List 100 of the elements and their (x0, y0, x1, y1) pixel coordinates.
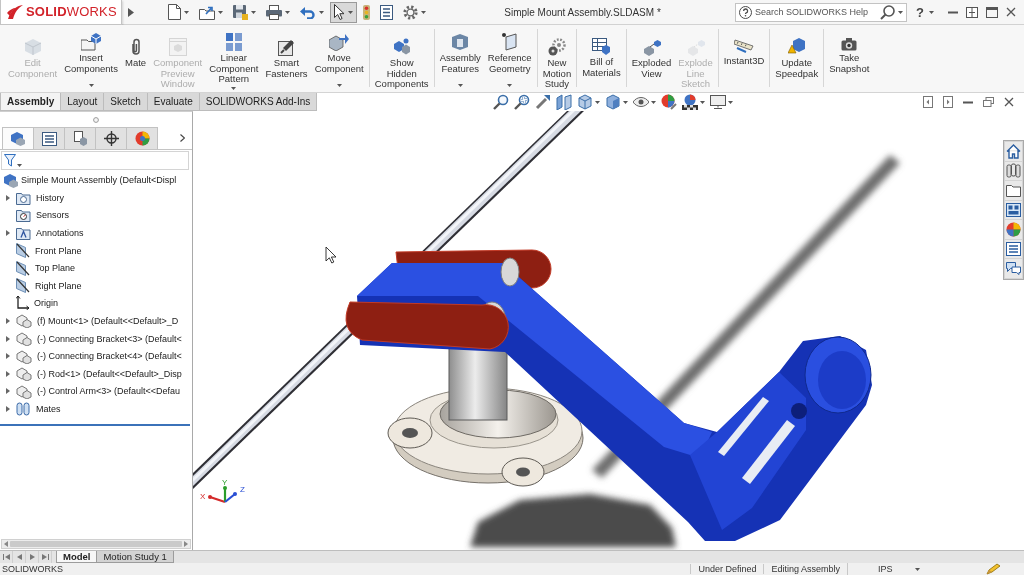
expand-arrow-icon[interactable] (6, 335, 10, 342)
ribbon-button[interactable]: Move Component (311, 29, 367, 91)
filter-button[interactable] (4, 154, 22, 167)
search-input[interactable]: Search SOLIDWORKS Help (755, 7, 878, 17)
configuration-manager-tab[interactable] (64, 127, 96, 149)
caret-icon (728, 100, 734, 104)
tree-item[interactable]: Sensors (16, 208, 70, 223)
property-manager-tab[interactable] (33, 127, 65, 149)
ribbon-button[interactable]: New Motion Study (539, 29, 575, 91)
close-button[interactable] (1004, 97, 1014, 107)
command-tab[interactable]: Evaluate (147, 93, 200, 111)
model-tab[interactable]: Motion Study 1 (96, 551, 174, 563)
expand-arrow-icon[interactable] (6, 317, 10, 324)
edit-appearance-button[interactable] (661, 93, 678, 111)
command-tab[interactable]: Assembly (0, 93, 62, 111)
zoom-to-fit-button[interactable] (493, 93, 510, 111)
dimxpert-tab[interactable] (95, 127, 127, 149)
fastener-icon (277, 38, 296, 56)
panel-left-icon (923, 96, 933, 108)
feature-manager-tab[interactable] (2, 127, 34, 149)
tree-item[interactable]: (-) Rod<1> (Default<<Default>_Disp (16, 366, 182, 382)
filter-field[interactable] (1, 151, 189, 170)
section-view-button[interactable] (556, 93, 573, 111)
ribbon-button[interactable]: Smart Fasteners (262, 29, 311, 91)
home-button[interactable] (1005, 142, 1022, 161)
restore-button[interactable] (983, 97, 994, 107)
customize-button[interactable] (986, 563, 1000, 575)
design-library-button[interactable] (1005, 161, 1022, 180)
expand-arrow-icon[interactable] (6, 388, 10, 395)
ribbon-button[interactable]: Bill of Materials (579, 29, 624, 91)
tree-item[interactable]: Front Plane (16, 243, 82, 259)
folder-icon (199, 4, 215, 20)
view-palette-button[interactable] (1005, 200, 1022, 219)
ribbon-button[interactable]: Show Hidden Components (371, 29, 432, 91)
model-tab[interactable]: Model (56, 551, 98, 563)
tree-item[interactable]: (-) Connecting Bracket<3> (Default< (16, 331, 182, 347)
expand-arrow-icon[interactable] (6, 194, 10, 201)
tree-item[interactable]: Origin (16, 296, 58, 311)
collapse-handle[interactable] (93, 116, 99, 123)
view-settings-button[interactable] (710, 93, 734, 111)
apply-scene-button[interactable] (682, 93, 706, 111)
select-button[interactable] (330, 1, 357, 23)
tree-item[interactable]: History (16, 190, 64, 205)
expand-arrow-icon[interactable] (6, 230, 10, 236)
tree-item[interactable]: Top Plane (16, 260, 76, 276)
caret-icon (898, 10, 904, 14)
logo-icon (7, 3, 23, 20)
help-menu-button[interactable]: ? (916, 4, 934, 20)
axis-label: X (200, 492, 206, 501)
ribbon-button[interactable]: Reference Geometry (484, 29, 535, 91)
ribbon-button[interactable]: Mate (122, 29, 150, 91)
command-tab[interactable]: SOLIDWORKS Add-Ins (199, 93, 318, 111)
tree-item[interactable]: (-) Connecting Bracket<4> (Default< (16, 348, 182, 364)
command-tab[interactable]: Sketch (104, 93, 148, 111)
minimize-button[interactable] (948, 10, 958, 14)
ribbon-button[interactable]: Exploded View (628, 29, 675, 91)
display-style-button[interactable] (605, 93, 629, 111)
maximize-button[interactable] (986, 6, 998, 18)
caret-icon (251, 10, 256, 14)
expand-arrow-icon[interactable] (6, 370, 10, 377)
tree-item[interactable]: (-) Control Arm<3> (Default<<Defau (16, 383, 181, 399)
tree-item[interactable]: (f) Mount<1> (Default<<Default>_D (16, 313, 179, 329)
ribbon-button[interactable]: Take Snapshot (826, 29, 873, 91)
tree-item[interactable]: Simple Mount Assembly (Default<Displ (3, 172, 177, 188)
caret-icon (651, 100, 657, 104)
tree-item[interactable]: Annotations (16, 226, 84, 240)
tree-item[interactable]: Mates (16, 401, 61, 416)
appearances-button[interactable] (1005, 220, 1022, 239)
origin-icon (16, 296, 29, 311)
forum-button[interactable] (1005, 259, 1022, 278)
display-manager-tab[interactable] (126, 127, 158, 149)
view-orientation-button[interactable] (577, 93, 601, 111)
zoom-to-area-button[interactable] (514, 93, 531, 111)
minimize-button[interactable] (963, 100, 973, 104)
ribbon-button[interactable]: Insert Components (61, 29, 121, 91)
rollback-bar[interactable] (0, 423, 190, 426)
dock-left-button[interactable] (923, 96, 933, 108)
ribbon-button[interactable]: Linear Component Pattern (206, 29, 262, 91)
ribbon-button[interactable]: Instant3D (720, 29, 768, 91)
scrollbar-thumb[interactable] (10, 541, 182, 547)
dock-right-button[interactable] (943, 96, 953, 108)
axis-label: Y (222, 478, 228, 487)
ribbon-button[interactable]: Assembly Features (436, 29, 484, 91)
tile-button[interactable] (966, 6, 978, 18)
ribbon-button[interactable]: Update Speedpak (772, 29, 822, 91)
crosshair-icon (103, 131, 119, 146)
file-explorer-button[interactable] (1005, 181, 1022, 200)
horizontal-scrollbar[interactable] (1, 539, 191, 549)
close-button[interactable] (1006, 7, 1016, 17)
custom-properties-button[interactable] (1005, 239, 1022, 258)
command-tab[interactable]: Layout (61, 93, 105, 111)
mounting-lug (387, 417, 433, 449)
close-icon (1004, 97, 1014, 107)
tree-item[interactable]: Right Plane (16, 278, 82, 294)
previous-view-button[interactable] (535, 93, 552, 111)
search-box[interactable]: Search SOLIDWORKS Help (735, 2, 908, 22)
appearance-icon (1006, 221, 1021, 237)
units-button[interactable]: IPS (847, 563, 929, 575)
expand-arrow-icon[interactable] (6, 405, 10, 412)
expand-arrow-icon[interactable] (6, 353, 10, 360)
